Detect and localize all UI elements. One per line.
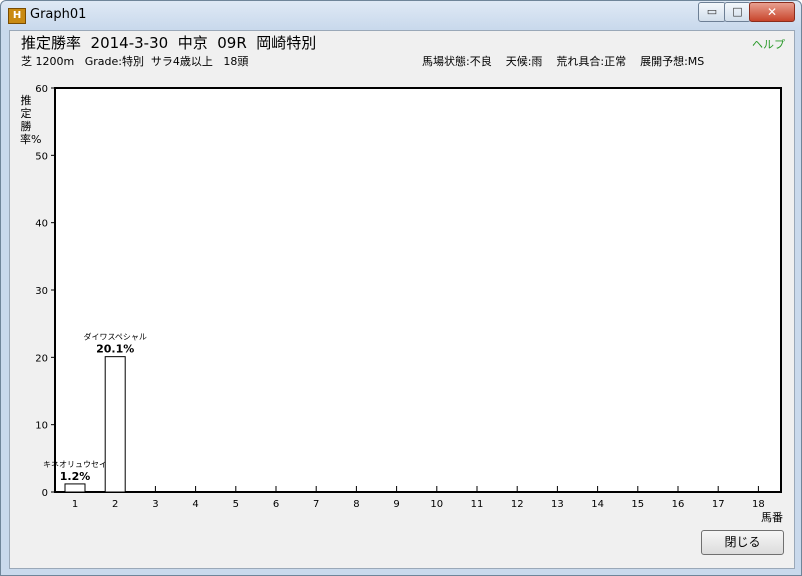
y-tick-label: 20 — [35, 353, 48, 364]
bar-value-label: 20.1% — [96, 343, 134, 356]
bar — [104, 356, 126, 493]
x-tick-label: 13 — [551, 499, 564, 510]
minimize-button[interactable]: ▭ — [698, 2, 726, 22]
y-tick-label: 30 — [35, 286, 48, 297]
app-icon[interactable]: H — [8, 8, 26, 24]
x-tick-label: 14 — [591, 499, 604, 510]
bar-value-label: 1.2% — [60, 470, 91, 483]
graph-window: H Graph01 ▭ □ ✕ 推定勝率 2014-3-30 中京 09R 岡崎… — [0, 0, 802, 576]
x-tick-label: 4 — [192, 499, 198, 510]
x-tick-label: 9 — [393, 499, 399, 510]
y-tick-label: 50 — [35, 151, 48, 162]
y-tick-label: 40 — [35, 219, 48, 230]
x-tick-label: 18 — [752, 499, 765, 510]
y-tick-label: 10 — [35, 421, 48, 432]
x-tick-label: 1 — [72, 499, 78, 510]
x-tick-label: 7 — [313, 499, 319, 510]
win-rate-chart: 01020304050601 2 3 4 5 6 7 8 9 10 11 12 13 14 15 16 17 18… — [35, 84, 783, 524]
close-window-button[interactable]: ✕ — [749, 2, 795, 22]
x-tick-label: 16 — [672, 499, 685, 510]
x-tick-label: 12 — [511, 499, 524, 510]
x-tick-label: 10 — [430, 499, 443, 510]
x-tick-label: 5 — [233, 499, 239, 510]
graph-panel: 推定勝率 2014-3-30 中京 09R 岡崎特別 芝 1200m Grade… — [9, 30, 795, 569]
bar — [64, 483, 86, 493]
x-tick-label: 17 — [712, 499, 725, 510]
plot-area — [54, 87, 782, 493]
maximize-button[interactable]: □ — [724, 2, 751, 22]
x-tick-label: 8 — [353, 499, 359, 510]
window-title: Graph01 — [30, 7, 87, 22]
x-tick-label: 15 — [631, 499, 644, 510]
bar-horse-name: ダイワスペシャル — [83, 332, 146, 342]
x-tick-label: 3 — [152, 499, 158, 510]
y-tick-label: 0 — [42, 488, 48, 499]
x-tick-label: 2 — [112, 499, 118, 510]
close-button[interactable]: 閉じる — [701, 530, 784, 555]
title-bar[interactable]: H Graph01 ▭ □ ✕ — [1, 1, 801, 29]
y-tick-label: 60 — [35, 84, 48, 95]
x-axis-label: 馬番 — [761, 511, 783, 524]
bar-horse-name: キネオリュウセイ — [43, 460, 107, 469]
x-tick-label: 6 — [273, 499, 279, 510]
x-tick-label: 11 — [471, 499, 484, 510]
